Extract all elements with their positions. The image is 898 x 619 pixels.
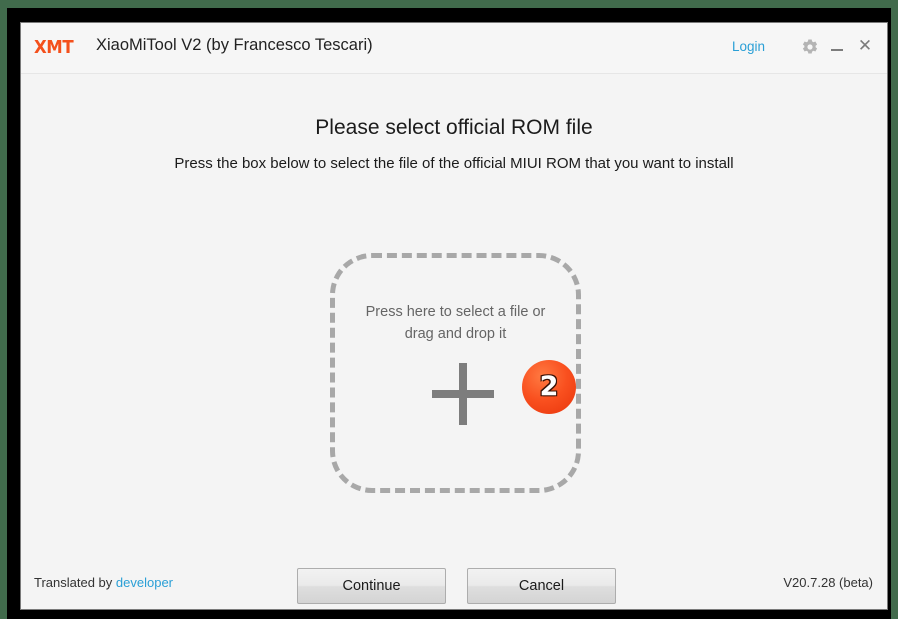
gear-icon[interactable] (801, 38, 819, 56)
translation-credit: Translated by developer (34, 575, 173, 590)
continue-button[interactable]: Continue (297, 568, 446, 604)
step-annotation-badge: 2 (522, 360, 576, 414)
page-title: Please select official ROM file (315, 116, 593, 139)
window-content: Please select official ROM file Press th… (21, 74, 887, 609)
login-link[interactable]: Login (732, 39, 765, 54)
page-subtitle: Press the box below to select the file o… (174, 155, 734, 172)
cancel-button[interactable]: Cancel (467, 568, 616, 604)
window-title: XiaoMiTool V2 (by Francesco Tescari) (96, 36, 373, 54)
translator-link[interactable]: developer (116, 575, 173, 590)
xmt-logo: XMT (34, 37, 74, 58)
dropzone-instructions: Press here to select a file or drag and … (335, 301, 576, 345)
close-icon[interactable]: ✕ (855, 36, 875, 56)
desktop-background: XMT XiaoMiTool V2 (by Francesco Tescari)… (0, 0, 898, 619)
title-bar: XMT XiaoMiTool V2 (by Francesco Tescari)… (21, 23, 887, 74)
version-label: V20.7.28 (beta) (783, 575, 873, 590)
window-outer-frame: XMT XiaoMiTool V2 (by Francesco Tescari)… (7, 8, 891, 619)
plus-icon (432, 363, 494, 425)
dropzone-text-line1: Press here to select a file or (365, 304, 546, 320)
translated-by-label: Translated by (34, 575, 113, 590)
dropzone-text-line2: drag and drop it (404, 326, 507, 342)
application-window: XMT XiaoMiTool V2 (by Francesco Tescari)… (20, 22, 888, 610)
minimize-button[interactable] (828, 38, 846, 56)
